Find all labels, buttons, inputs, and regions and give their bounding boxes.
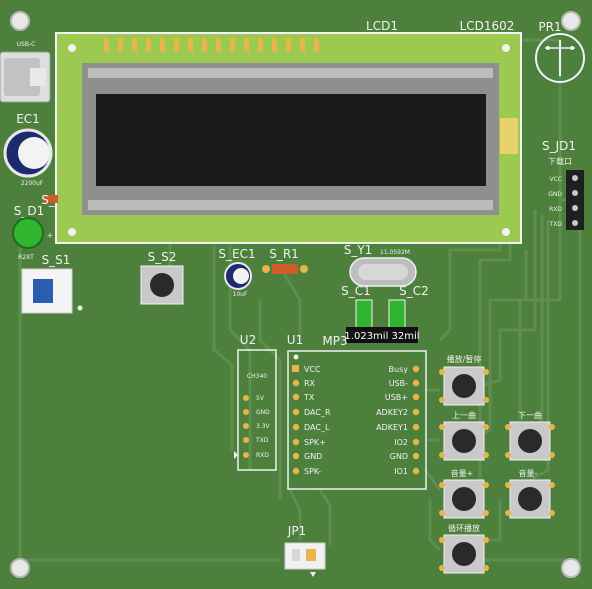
u1-pin-adkey1: ADKEY1 [376, 423, 408, 432]
ec1-label: EC1 [16, 112, 40, 126]
u2-label: U2 [240, 333, 256, 347]
ec1-capacitor [3, 128, 53, 178]
u1-pin-vcc: VCC [304, 365, 321, 374]
measurement-tooltip: 1.023mil 32mil [344, 327, 420, 343]
download-header [566, 170, 584, 230]
u1-pin-tx: TX [303, 393, 315, 402]
u2-pin-txd: TXD [255, 437, 269, 444]
btn-loop-label: 循环播放 [448, 523, 480, 533]
u1-label: U1 [287, 333, 303, 347]
crystal-oscillator [349, 257, 417, 287]
s-r1-label: S_R1 [269, 247, 299, 261]
svg-text:USB-C: USB-C [17, 41, 36, 48]
jd1-pin-gnd: GND [548, 191, 562, 198]
s-s2-label: S_S2 [148, 250, 177, 264]
s-c2-capacitor [388, 299, 406, 329]
u1-pin-dac-l: DAC_L [304, 423, 330, 432]
u2-pin-gnd: GND [256, 409, 270, 416]
s-c2-label: S_C2 [399, 284, 429, 298]
s-ec1-value: 10uF [233, 291, 248, 298]
u2-pin-3v3: 3.3V [256, 423, 271, 430]
s-y1-label: S_Y1 [344, 243, 373, 257]
play-pause-button[interactable] [439, 366, 489, 406]
btn-vol-up-label: 音量+ [451, 468, 474, 478]
btn-next-label: 下一曲 [518, 410, 542, 420]
ec1-value: 2200uF [21, 180, 44, 187]
s-d1-label: S_D1 [14, 204, 45, 218]
btn-play-pause-label: 播放/暂停 [447, 354, 482, 364]
u1-pin-io1: IO1 [394, 467, 408, 476]
loop-play-button[interactable] [439, 534, 489, 574]
power-switch[interactable] [21, 268, 73, 314]
lcd1602-module [55, 32, 522, 244]
lcd-screen [96, 94, 486, 186]
prev-track-button[interactable] [439, 421, 489, 461]
s-s1-label: S_S1 [42, 253, 71, 267]
s-c1-capacitor [355, 299, 373, 329]
led-plus-mark: + [47, 231, 54, 240]
switch-pin1-dot [77, 305, 83, 311]
u1-pin-usb-minus: USB- [389, 379, 408, 388]
u1-pin-gnd: GND [304, 452, 322, 461]
volume-up-button[interactable] [439, 479, 489, 519]
u1-pin-usb-plus: USB+ [385, 393, 408, 402]
jp1-label: JP1 [287, 524, 306, 538]
u1-pin-busy: Busy [389, 365, 409, 374]
u2-pin-rxd: RXD [256, 452, 269, 459]
lcd-model-label: LCD1602 [460, 19, 515, 33]
s-jd1-title: 下载口 [548, 156, 572, 166]
s-c1-label: S_C1 [341, 284, 371, 298]
volume-down-button[interactable] [505, 479, 555, 519]
jd1-pin-txd: TXD [549, 221, 563, 228]
u1-pin-spk-plus: SPK+ [304, 438, 326, 447]
btn-vol-down-label: 音量- [519, 468, 538, 478]
jd1-pin-rxd: RXD [549, 206, 562, 213]
lcd-ref-label: LCD1 [366, 19, 398, 33]
u1-pin-adkey2: ADKEY2 [376, 408, 408, 417]
btn-prev-label: 上一曲 [452, 410, 476, 420]
led-indicator [12, 217, 44, 249]
tooltip-text: 1.023mil 32mil [344, 331, 419, 342]
reset-button[interactable] [140, 265, 184, 305]
s-d1-sub-label: R2XT [18, 254, 34, 261]
jd1-pin-vcc: VCC [550, 176, 562, 183]
u1-pin-dac-r: DAC_R [304, 408, 331, 417]
s-ec1-capacitor [224, 262, 252, 290]
s-y1-value: 11.0592M [380, 249, 410, 256]
s-ec1-label: S_EC1 [218, 247, 255, 261]
u1-pin-spk-minus: SPK- [304, 467, 321, 476]
u1-pin-rx: RX [304, 379, 316, 388]
pcb-board: USB-C LCD1 LCD1602 PR1 EC1 2200uF S_ S_D… [0, 0, 592, 589]
next-track-button[interactable] [505, 421, 555, 461]
u1-pin-io2: IO2 [394, 438, 408, 447]
u1-pin-gnd-right: GND [390, 452, 408, 461]
s-jd1-label: S_JD1 [542, 139, 576, 153]
u2-module-name: CH340 [247, 373, 267, 380]
mp3-label: MP3 [322, 334, 347, 348]
u2-pin-5v: 5V [256, 395, 265, 402]
pr1-label: PR1 [538, 20, 561, 34]
